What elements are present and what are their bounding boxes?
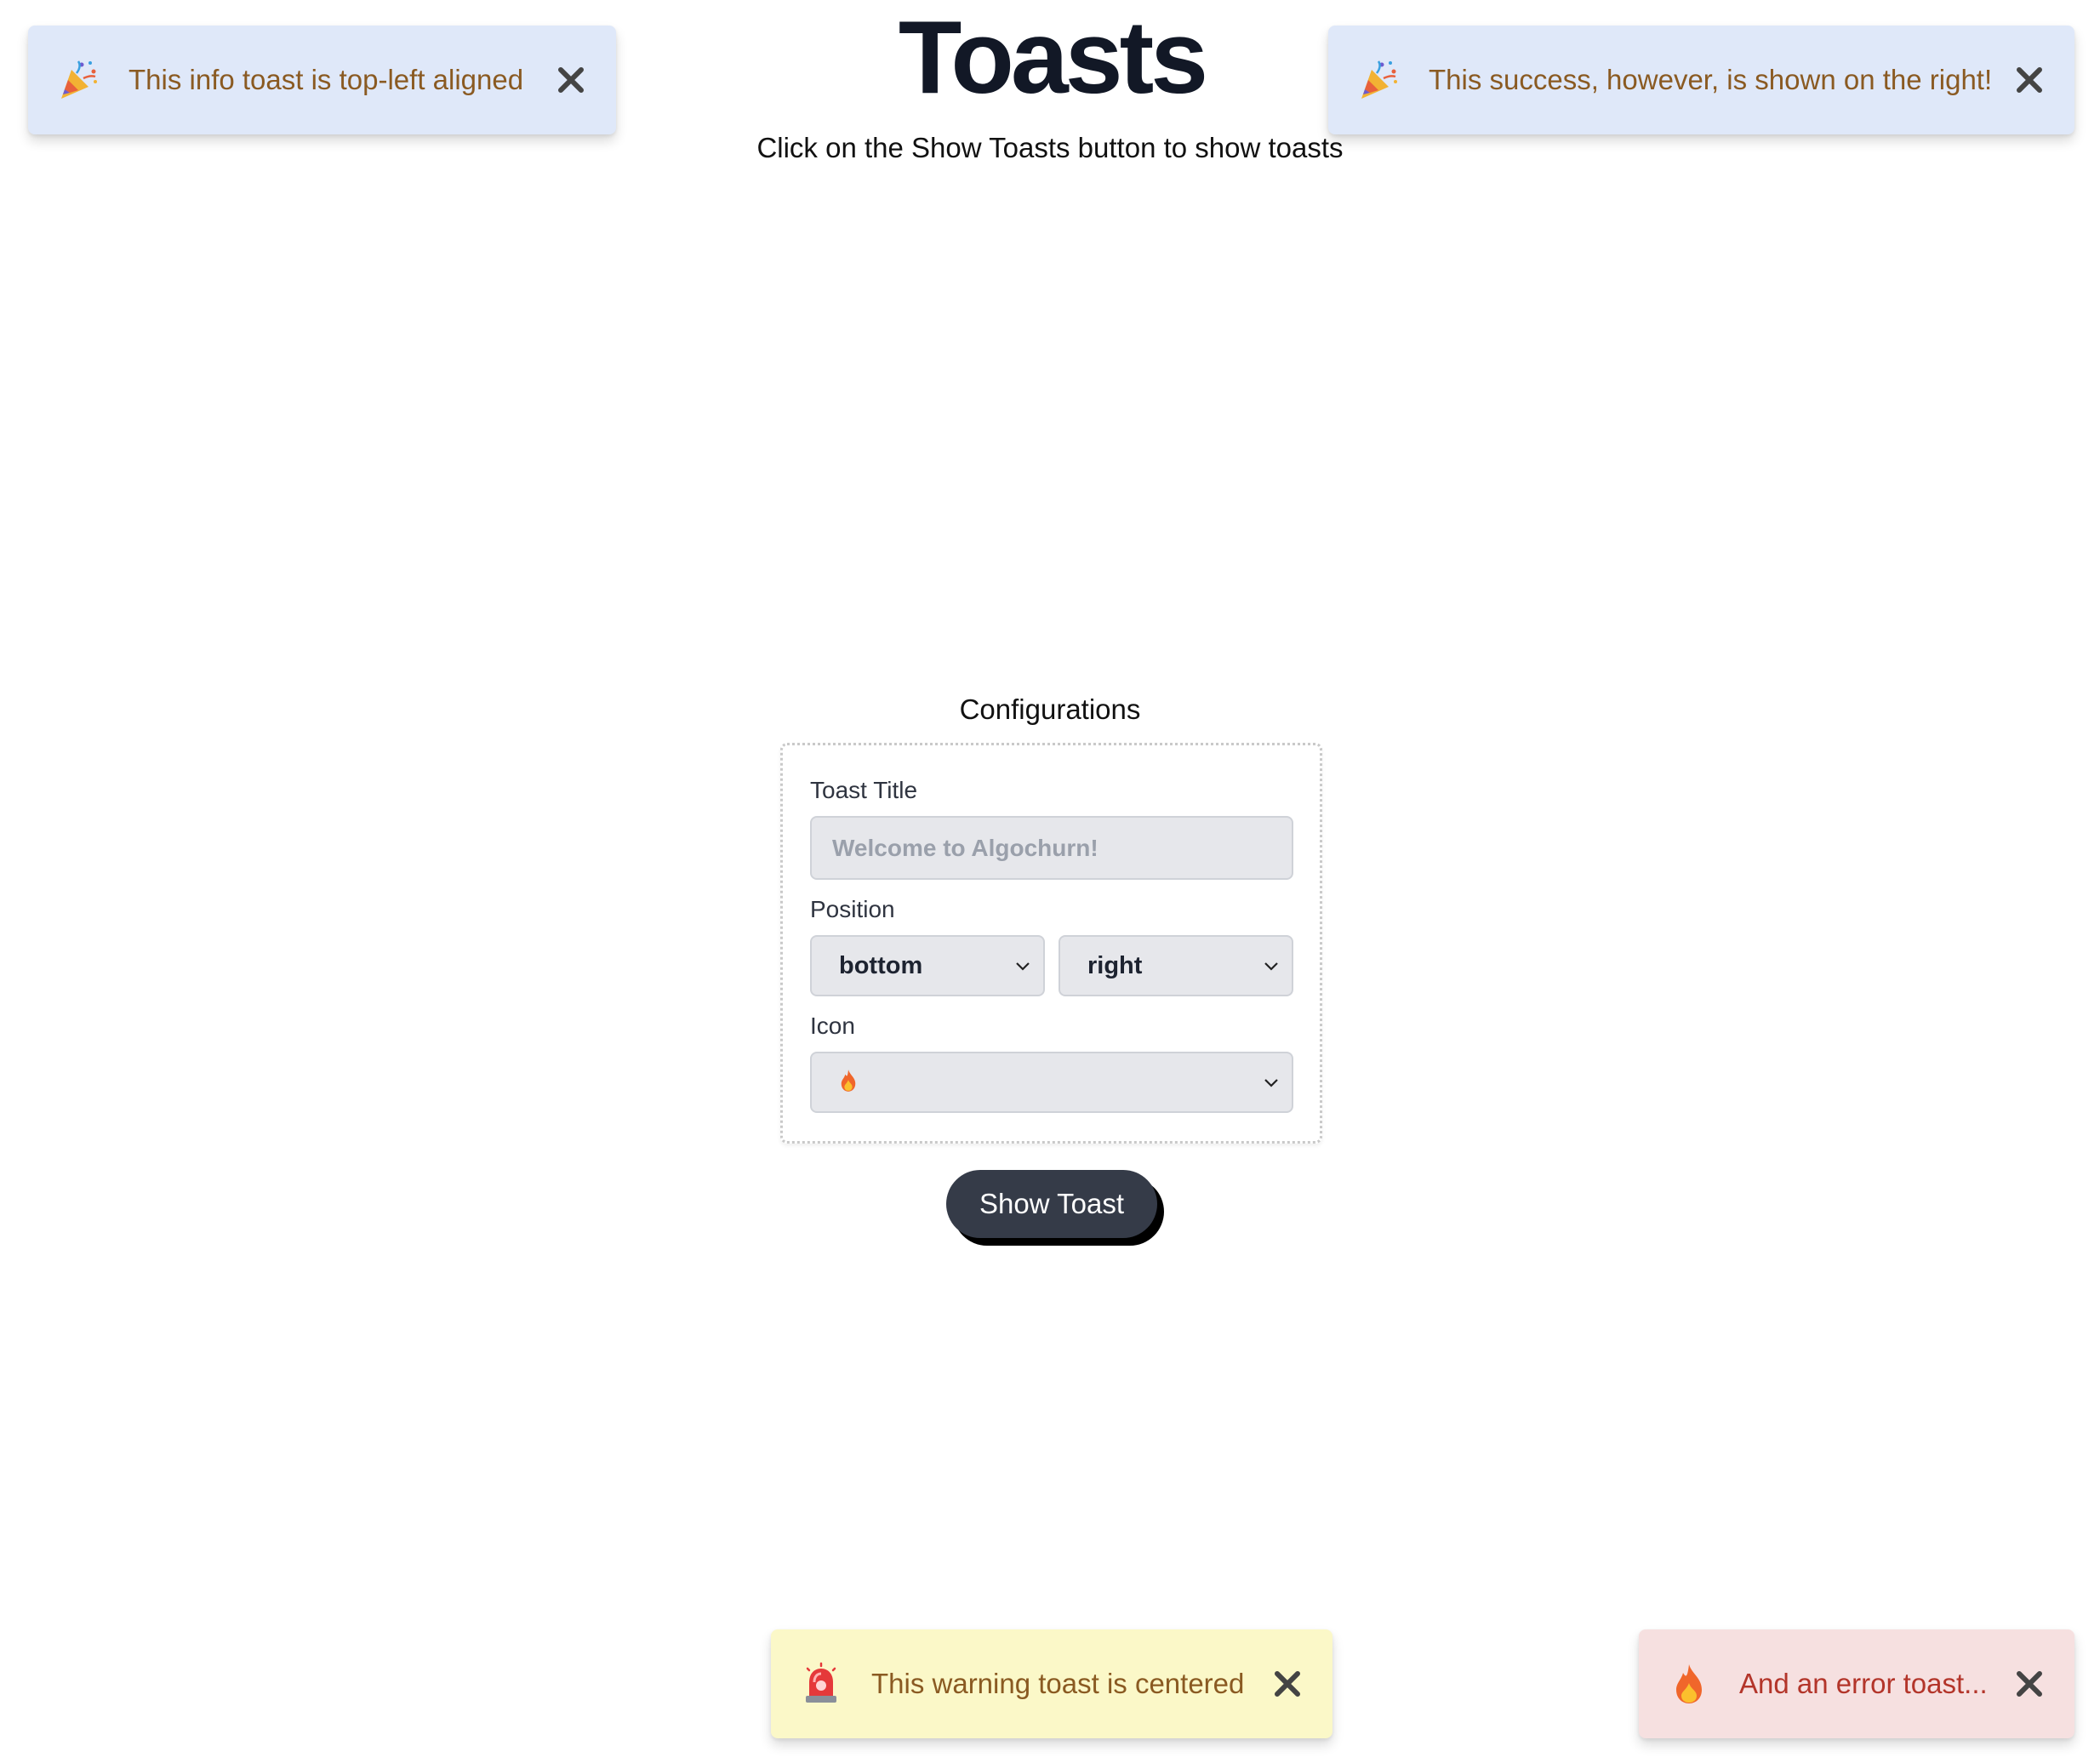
position-horizontal-select[interactable]: right <box>1059 935 1293 996</box>
config-panel: Toast Title Position bottom right Icon <box>780 743 1322 1144</box>
icon-label: Icon <box>810 1013 855 1039</box>
toast-message: This warning toast is centered <box>871 1668 1245 1699</box>
close-icon[interactable] <box>551 60 591 100</box>
close-icon[interactable] <box>2010 60 2049 100</box>
chevron-down-icon <box>1264 1079 1278 1087</box>
toast-title-input[interactable] <box>810 816 1293 880</box>
toast-info: This info toast is top-left aligned <box>28 26 616 134</box>
chevron-down-icon <box>1264 962 1278 971</box>
siren-icon <box>796 1659 846 1709</box>
toast-warning: This warning toast is centered <box>771 1629 1332 1738</box>
toast-message: This success, however, is shown on the r… <box>1429 64 1993 95</box>
party-popper-icon <box>1354 55 1403 105</box>
chevron-down-icon <box>1016 962 1030 971</box>
toast-error: And an error toast... <box>1639 1629 2074 1738</box>
fire-icon <box>839 1069 858 1097</box>
page-subtitle: Click on the Show Toasts button to show … <box>756 132 1344 163</box>
icon-select[interactable] <box>810 1052 1293 1113</box>
party-popper-icon <box>54 55 103 105</box>
toast-success: This success, however, is shown on the r… <box>1328 26 2074 134</box>
show-toast-button[interactable]: Show Toast <box>946 1170 1157 1238</box>
close-icon[interactable] <box>1268 1664 1307 1703</box>
position-label: Position <box>810 896 895 922</box>
toast-message: This info toast is top-left aligned <box>128 64 524 95</box>
position-vertical-value: bottom <box>839 951 923 979</box>
close-icon[interactable] <box>2010 1664 2049 1703</box>
config-heading: Configurations <box>959 693 1141 725</box>
position-vertical-select[interactable]: bottom <box>810 935 1045 996</box>
toast-title-label: Toast Title <box>810 777 918 803</box>
toast-message: And an error toast... <box>1739 1668 1988 1699</box>
fire-icon <box>1664 1659 1714 1709</box>
position-horizontal-value: right <box>1087 951 1143 979</box>
page: Toasts Click on the Show Toasts button t… <box>0 0 2100 1763</box>
